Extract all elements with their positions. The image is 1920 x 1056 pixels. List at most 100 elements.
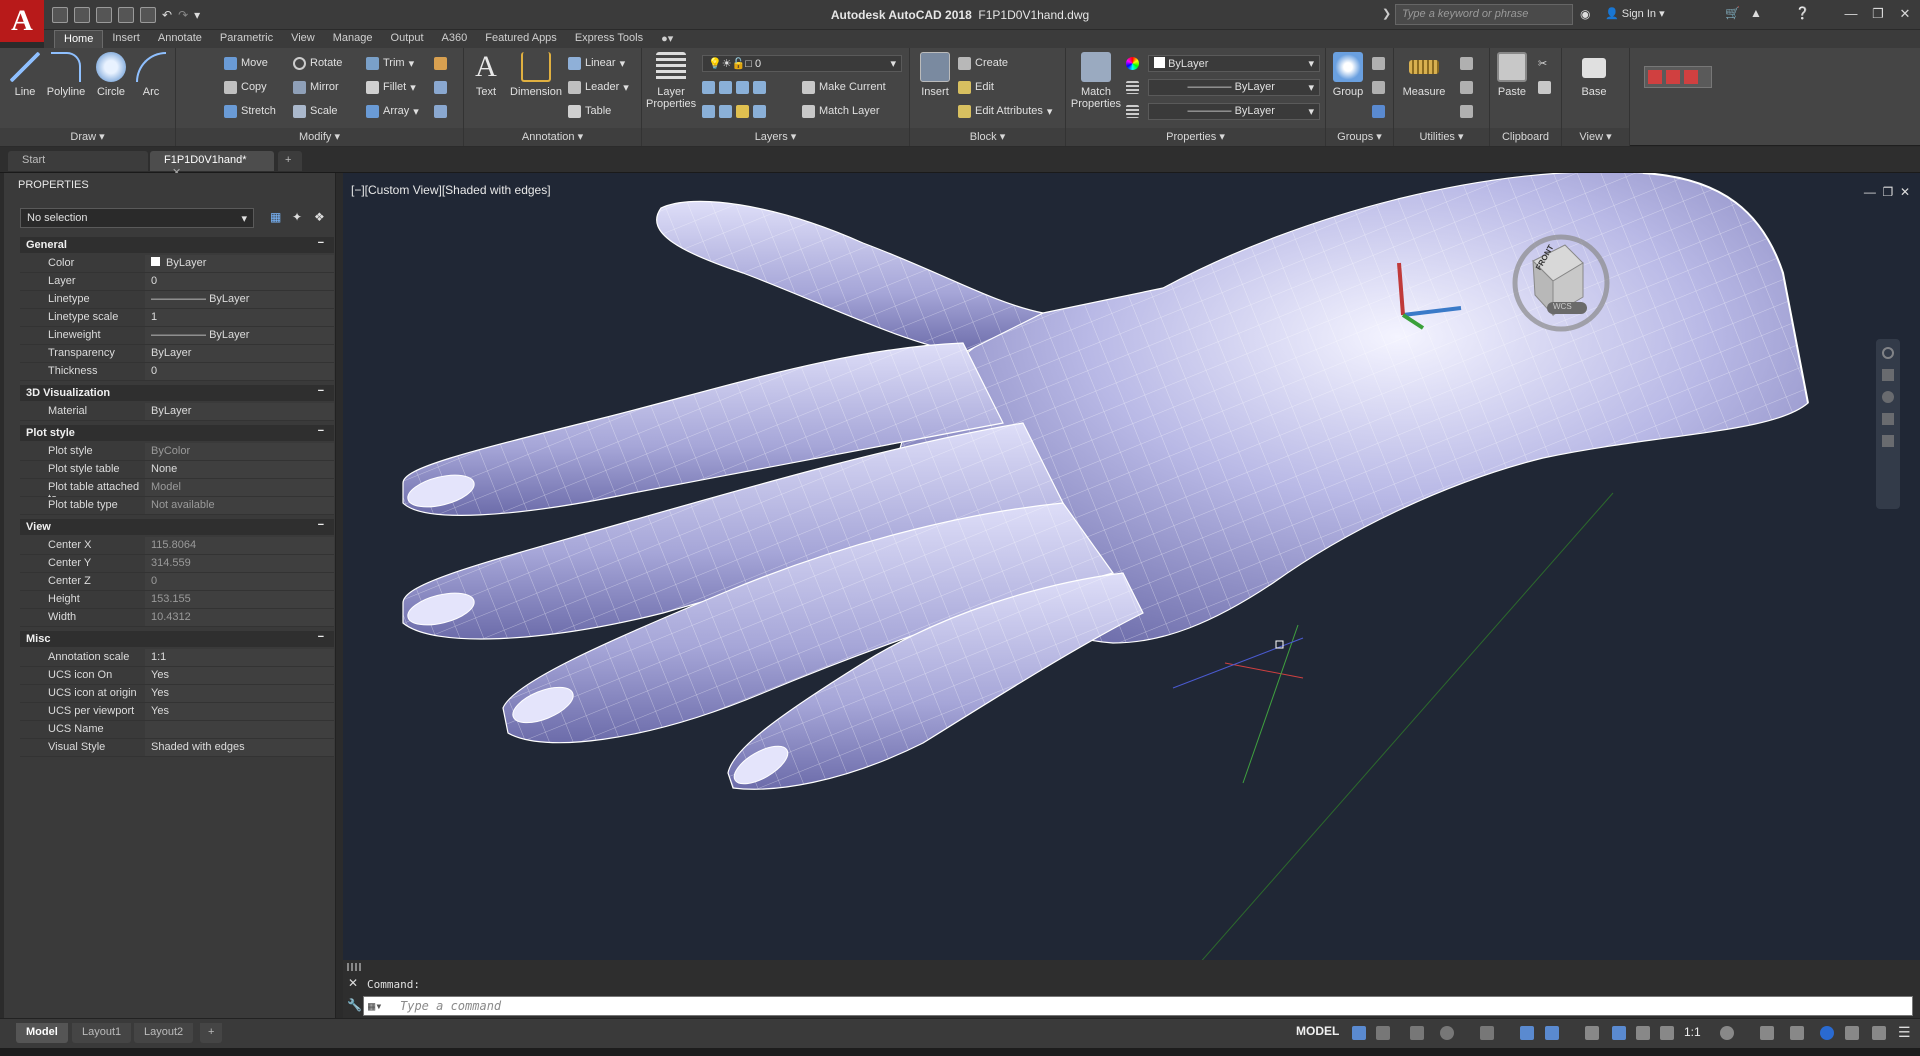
polyline-button[interactable]: Polyline: [44, 52, 88, 98]
section-3d-visualization[interactable]: 3D Visualization −: [20, 385, 334, 401]
qat-dropdown-icon[interactable]: ▾: [194, 8, 200, 22]
copy-clip-button[interactable]: [1538, 78, 1551, 96]
polar-icon[interactable]: [1440, 1026, 1454, 1040]
prop-row[interactable]: UCS per viewport Yes: [20, 703, 334, 721]
view-panel-label[interactable]: View ▾: [1562, 128, 1629, 146]
collapse-icon[interactable]: −: [318, 519, 324, 531]
prop-row[interactable]: Center Z0: [20, 573, 334, 591]
edit-attributes-button[interactable]: Edit Attributes ▾: [958, 102, 1052, 120]
section-plot-style[interactable]: Plot style −: [20, 425, 334, 441]
grid-icon[interactable]: [1352, 1026, 1366, 1040]
properties-panel-label[interactable]: Properties ▾: [1066, 128, 1325, 146]
block-panel-label[interactable]: Block ▾: [910, 128, 1065, 146]
prop-row[interactable]: Plot style ByColor: [20, 443, 334, 461]
prop-row[interactable]: Plot table attached toModel: [20, 479, 334, 505]
match-properties-button[interactable]: Match Properties: [1068, 52, 1124, 110]
orbit-icon[interactable]: [1882, 413, 1894, 425]
prop-row[interactable]: Annotation scale 1:1: [20, 649, 334, 667]
insert-button[interactable]: Insert: [914, 52, 956, 98]
tab-view[interactable]: View: [282, 30, 324, 48]
annotation-scale-value[interactable]: 1:1: [1684, 1025, 1701, 1039]
fillet-button[interactable]: Fillet ▾: [366, 78, 416, 96]
prop-row[interactable]: Plot table type Not available: [20, 497, 334, 515]
stretch-button[interactable]: Stretch: [224, 102, 276, 120]
group-select-button[interactable]: [1372, 102, 1385, 120]
scale-button[interactable]: Scale: [293, 102, 338, 120]
application-menu-button[interactable]: A: [0, 0, 44, 42]
tab-output[interactable]: Output: [382, 30, 433, 48]
move-button[interactable]: Move: [224, 54, 268, 72]
linetype-icon[interactable]: [1126, 78, 1139, 96]
tab-layout1[interactable]: Layout1: [72, 1023, 132, 1043]
color-wheel-icon[interactable]: [1126, 54, 1139, 72]
lineweight-dropdown[interactable]: ———— ByLayer ▾: [1148, 103, 1320, 120]
tab-insert[interactable]: Insert: [103, 30, 149, 48]
viewport-controls-label[interactable]: [−][Custom View][Shaded with edges]: [351, 183, 551, 197]
utilities-panel-label[interactable]: Utilities ▾: [1394, 128, 1489, 146]
lineweight-icon[interactable]: [1126, 102, 1139, 120]
quickcalc-button[interactable]: [1460, 54, 1473, 72]
viewport-minimize-icon[interactable]: —: [1864, 185, 1876, 199]
isolate-objects-icon[interactable]: [1790, 1026, 1804, 1040]
prop-row[interactable]: Linetype scale 1: [20, 309, 334, 327]
save-as-icon[interactable]: [118, 7, 134, 23]
model-viewport[interactable]: FRONT WCS [−][Custom View][Shaded with e…: [343, 173, 1920, 960]
save-icon[interactable]: [96, 7, 112, 23]
offset-button[interactable]: [434, 102, 447, 120]
ortho-icon[interactable]: [1410, 1026, 1424, 1040]
tab-featured-apps[interactable]: Featured Apps: [476, 30, 566, 48]
array-button[interactable]: Array ▾: [366, 102, 419, 120]
text-button[interactable]: A Text: [466, 52, 506, 99]
prop-row[interactable]: Linetype ————— ByLayer: [20, 291, 334, 309]
prop-row[interactable]: Center X 115.8064: [20, 537, 334, 555]
layer-tool-row-2[interactable]: [702, 102, 766, 120]
customization-menu-icon[interactable]: ☰: [1898, 1024, 1911, 1041]
id-point-button[interactable]: [1460, 78, 1473, 96]
prop-row[interactable]: Height 153.155: [20, 591, 334, 609]
prop-row[interactable]: Material ByLayer: [20, 403, 334, 421]
addin-icon[interactable]: [1666, 70, 1680, 84]
restore-icon[interactable]: ❐: [1869, 5, 1887, 23]
tab-a360[interactable]: A360: [433, 30, 477, 48]
object-snap-tracking-icon[interactable]: [1520, 1026, 1534, 1040]
viewport-restore-icon[interactable]: ❐: [1883, 185, 1894, 199]
modify-panel-label[interactable]: Modify ▾: [176, 128, 463, 146]
circle-button[interactable]: Circle: [92, 52, 130, 98]
ungroup-button[interactable]: [1372, 54, 1385, 72]
prop-row[interactable]: Layer 0: [20, 273, 334, 291]
selection-dropdown[interactable]: No selection ▾: [20, 208, 254, 228]
section-misc[interactable]: Misc −: [20, 631, 334, 647]
paste-button[interactable]: Paste: [1492, 52, 1532, 98]
layers-panel-label[interactable]: Layers ▾: [642, 128, 909, 146]
close-icon[interactable]: ✕: [1896, 5, 1914, 23]
tab-annotate[interactable]: Annotate: [149, 30, 211, 48]
minimize-icon[interactable]: —: [1842, 5, 1860, 23]
group-edit-button[interactable]: [1372, 78, 1385, 96]
tab-layout2[interactable]: Layout2: [134, 1023, 194, 1043]
pan-icon[interactable]: [1882, 369, 1894, 381]
tab-start[interactable]: Start: [8, 151, 148, 171]
tab-parametric[interactable]: Parametric: [211, 30, 282, 48]
quick-select-icon[interactable]: ❖: [314, 210, 325, 224]
workspace-gear-icon[interactable]: [1720, 1026, 1734, 1040]
autodesk-a360-icon[interactable]: ▲: [1750, 6, 1762, 20]
tab-drawing[interactable]: F1P1D0V1hand* ✕: [150, 151, 274, 179]
make-current-button[interactable]: Make Current: [802, 78, 886, 96]
tab-express-tools[interactable]: Express Tools: [566, 30, 652, 48]
command-input[interactable]: ▦▾ Type a command: [363, 996, 1913, 1016]
prop-row[interactable]: Visual Style Shaded with edges: [20, 739, 334, 757]
prop-row[interactable]: UCS Name: [20, 721, 334, 739]
clean-screen-icon[interactable]: [1845, 1026, 1859, 1040]
isodraft-icon[interactable]: [1480, 1026, 1494, 1040]
line-button[interactable]: Line: [6, 52, 44, 98]
cut-button[interactable]: ✂: [1538, 54, 1547, 72]
search-input[interactable]: Type a keyword or phrase: [1395, 4, 1573, 25]
binoculars-icon[interactable]: ◉: [1580, 7, 1590, 21]
print-icon[interactable]: [140, 7, 156, 23]
ribbon-options-icon[interactable]: ●▾: [652, 30, 682, 48]
addin-icon[interactable]: [1648, 70, 1662, 84]
calculator-button[interactable]: [1460, 102, 1473, 120]
layer-tool-row-1[interactable]: [702, 78, 766, 96]
collapse-icon[interactable]: −: [318, 631, 324, 643]
tab-home[interactable]: Home: [54, 30, 104, 48]
